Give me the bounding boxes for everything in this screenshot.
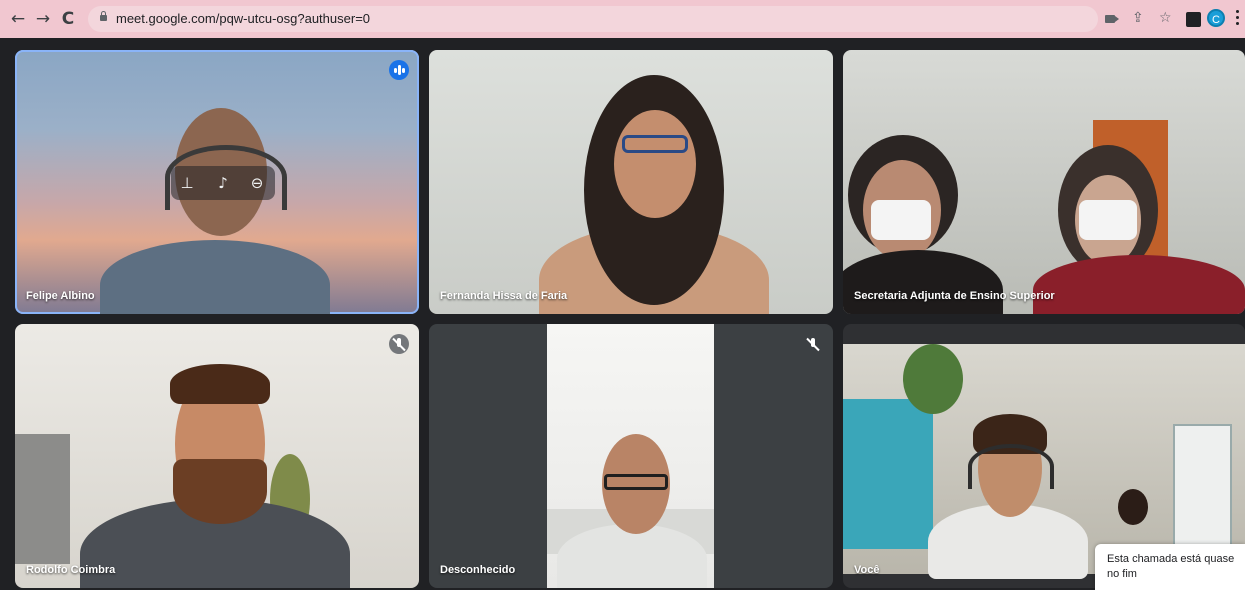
reload-icon[interactable]: C [58, 9, 78, 29]
address-bar[interactable]: meet.google.com/pqw-utcu-osg?authuser=0 … [88, 6, 1172, 32]
participant-video [547, 324, 714, 588]
profile-avatar[interactable]: C [1207, 9, 1225, 27]
glasses [604, 474, 668, 490]
glasses [622, 135, 688, 153]
participant-tile[interactable]: Fernanda Hissa de Faria [429, 50, 833, 314]
mic-off-icon [389, 334, 409, 354]
mic-off-icon [803, 334, 823, 354]
tile-hover-controls: ⊥ ♪ ⊖ [171, 166, 275, 200]
participant-name: Você [854, 564, 880, 576]
url-text[interactable]: meet.google.com/pqw-utcu-osg?authuser=0 [116, 11, 370, 26]
participant-name: Felipe Albino [26, 290, 95, 302]
browser-toolbar: ← → C meet.google.com/pqw-utcu-osg?authu… [0, 0, 1245, 38]
participant-name: Rodolfo Coimbra [26, 564, 116, 576]
mask [871, 200, 931, 240]
side-panel-icon[interactable] [1186, 12, 1201, 27]
headset [968, 444, 1054, 489]
more-vert-icon[interactable] [1236, 10, 1240, 28]
mic-icon[interactable]: ♪ [213, 173, 233, 193]
remove-icon[interactable]: ⊖ [247, 173, 267, 193]
participant-tile[interactable]: Secretaria Adjunta de Ensino Superior [843, 50, 1245, 314]
pin-icon[interactable]: ⊥ [177, 173, 197, 193]
participant-tile[interactable]: ⊥ ♪ ⊖ Felipe Albino [15, 50, 419, 314]
picture-frame [15, 434, 70, 564]
participant-name: Fernanda Hissa de Faria [440, 290, 568, 302]
participant-name: Desconhecido [440, 564, 516, 576]
participant-name: Secretaria Adjunta de Ensino Superior [854, 290, 1055, 302]
arrow-right-icon[interactable]: → [33, 9, 53, 29]
audio-level-icon [389, 60, 409, 80]
share-icon[interactable]: ⇪ [1132, 9, 1144, 27]
mask [1079, 200, 1137, 240]
toast-message: Esta chamada está quase no fim [1107, 553, 1235, 580]
plant [903, 344, 963, 414]
beard [173, 459, 267, 524]
star-icon[interactable]: ☆ [1159, 9, 1172, 27]
call-ending-toast: Esta chamada está quase no fim [1095, 544, 1245, 590]
shelf [843, 399, 933, 549]
arrow-left-icon[interactable]: ← [8, 9, 28, 29]
lock-icon[interactable] [100, 11, 107, 21]
participant-tile[interactable]: Desconhecido [429, 324, 833, 588]
participant-tile[interactable]: Rodolfo Coimbra [15, 324, 419, 588]
participant-video [843, 344, 1245, 579]
camera-icon[interactable] [1105, 15, 1119, 23]
participant-video [100, 240, 330, 314]
